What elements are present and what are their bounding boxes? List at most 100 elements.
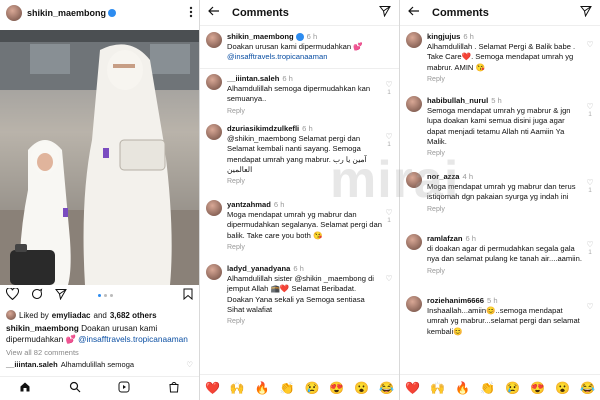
reply-button[interactable]: Reply	[427, 205, 584, 215]
reply-button[interactable]: Reply	[427, 267, 584, 277]
avatar[interactable]	[206, 74, 222, 90]
liked-by-and: and	[93, 310, 107, 320]
avatar[interactable]	[406, 32, 422, 48]
caption-user[interactable]: shikin_maembong	[6, 323, 79, 333]
heart-icon[interactable]: ♡ 1	[586, 240, 594, 256]
shop-icon[interactable]	[168, 380, 180, 398]
comments-panel: Comments kingjujus 6 h Alhamdulillah . Se…	[400, 0, 600, 400]
emoji-bar: ❤️ 🙌 🔥 👏 😢 😍 😮 😂	[400, 374, 600, 400]
comment-user[interactable]: __iiintan.saleh	[6, 360, 58, 369]
emoji-clap[interactable]: 👏	[280, 381, 295, 395]
emoji-heart-eyes[interactable]: 😍	[530, 381, 545, 395]
avatar[interactable]	[6, 5, 22, 21]
list-item: __iiintan.saleh 6 h Alhamdulillah semoga …	[200, 74, 399, 117]
liked-by: Liked by emyliadac and 3,682 others	[6, 310, 157, 320]
emoji-cry[interactable]: 😢	[304, 381, 319, 395]
emoji-heart[interactable]: ❤️	[205, 381, 220, 395]
reply-button[interactable]: Reply	[427, 75, 584, 85]
back-arrow-icon[interactable]	[408, 4, 420, 22]
comment-user[interactable]: kingjujus	[427, 32, 460, 41]
emoji-raised-hands[interactable]: 🙌	[230, 381, 245, 395]
heart-icon[interactable]: ♡ 1	[385, 132, 393, 148]
reply-button[interactable]: Reply	[427, 149, 584, 159]
post-actions	[5, 287, 193, 305]
search-icon[interactable]	[69, 380, 81, 398]
reels-icon[interactable]	[118, 380, 130, 398]
emoji-laugh[interactable]: 😂	[379, 381, 394, 395]
send-icon[interactable]	[378, 4, 391, 22]
share-icon[interactable]	[54, 287, 67, 305]
emoji-laugh[interactable]: 😂	[580, 381, 595, 395]
liked-by-prefix: Liked by	[19, 310, 49, 320]
liked-by-user[interactable]: emyliadac	[52, 311, 91, 320]
heart-icon[interactable]: ♡ 1	[586, 102, 594, 118]
comment-time: 5 h	[486, 296, 498, 305]
comments-title: Comments	[232, 6, 289, 19]
emoji-heart[interactable]: ❤️	[405, 381, 420, 395]
comment-user[interactable]: habibullah_nurul	[427, 96, 488, 105]
view-all-comments[interactable]: View all 82 comments	[6, 348, 79, 357]
comment-user[interactable]: dzuriasikimdzulkefli	[227, 124, 299, 133]
heart-icon[interactable]: ♡ 1	[586, 178, 594, 194]
post-photo[interactable]	[0, 30, 199, 285]
comment-user[interactable]: ladyd_yanadyana	[227, 264, 290, 273]
avatar[interactable]	[206, 32, 222, 48]
back-arrow-icon[interactable]	[208, 4, 220, 22]
bookmark-icon[interactable]	[183, 287, 193, 305]
reply-button[interactable]: Reply	[227, 177, 383, 187]
comment-user[interactable]: __iiintan.saleh	[227, 74, 279, 83]
heart-icon[interactable]: ♡	[385, 274, 393, 283]
emoji-wow[interactable]: 😮	[354, 381, 369, 395]
comment-user[interactable]: ramlafzan	[427, 234, 462, 243]
comment-text: di doakan agar di permudahkan segala gal…	[427, 244, 582, 264]
emoji-cry[interactable]: 😢	[505, 381, 520, 395]
comments-panel: Comments shikin_maembong 6 h Doakan urusa…	[200, 0, 399, 400]
more-vertical-icon[interactable]	[189, 6, 193, 21]
emoji-fire[interactable]: 🔥	[255, 381, 270, 395]
comment-time: 6 h	[302, 124, 313, 133]
avatar[interactable]	[406, 172, 422, 188]
avatar[interactable]	[406, 296, 422, 312]
heart-icon[interactable]	[5, 287, 20, 305]
emoji-heart-eyes[interactable]: 😍	[329, 381, 344, 395]
avatar[interactable]	[406, 234, 422, 250]
reply-button[interactable]: Reply	[227, 243, 383, 253]
avatar	[6, 310, 16, 320]
comment-text: Moga mendapat umrah yg mabrur dan diperm…	[227, 210, 382, 240]
heart-icon[interactable]: ♡	[186, 360, 193, 369]
caption-link[interactable]: @insafftravels.tropicanaaman	[78, 334, 188, 344]
avatar[interactable]	[206, 200, 222, 216]
comment-time: 6 h	[465, 234, 477, 243]
verified-icon	[108, 9, 117, 17]
heart-icon[interactable]: ♡ 1	[385, 80, 393, 96]
avatar[interactable]	[206, 264, 222, 280]
avatar[interactable]	[406, 96, 422, 112]
comment-user[interactable]: nor_azza	[427, 172, 460, 181]
emoji-fire[interactable]: 🔥	[455, 381, 470, 395]
post-caption: shikin_maembong Doakan urusan kami diper…	[6, 323, 193, 345]
home-icon[interactable]	[19, 380, 31, 398]
comment-link[interactable]: @insafftravels.tropicanaaman	[227, 52, 383, 62]
reply-button[interactable]: Reply	[227, 107, 383, 117]
comment-text: Inshaallah...amiin😊..semoga mendapat umr…	[427, 306, 580, 336]
list-item: kingjujus 6 h Alhamdulillah . Selamat Per…	[400, 32, 600, 85]
like-count: 1	[387, 89, 391, 96]
comment-user[interactable]: shikin_maembong	[227, 32, 294, 41]
avatar[interactable]	[206, 124, 222, 140]
liked-by-count[interactable]: 3,682 others	[110, 311, 157, 320]
comment-icon[interactable]	[31, 287, 43, 305]
emoji-clap[interactable]: 👏	[480, 381, 495, 395]
send-icon[interactable]	[579, 4, 592, 22]
like-count: 1	[588, 111, 592, 118]
comment-user[interactable]: roziehanim6666	[427, 296, 484, 305]
post-username[interactable]: shikin_maembong	[27, 8, 106, 18]
heart-icon[interactable]: ♡ 1	[385, 208, 393, 224]
verified-icon	[295, 33, 304, 41]
comment-user[interactable]: yantzahmad	[227, 200, 271, 209]
emoji-wow[interactable]: 😮	[555, 381, 570, 395]
emoji-raised-hands[interactable]: 🙌	[430, 381, 445, 395]
comment-text: Doakan urusan kami dipermudahkan 💕	[227, 42, 363, 52]
heart-icon[interactable]: ♡	[586, 302, 594, 311]
heart-icon[interactable]: ♡	[586, 40, 594, 49]
reply-button[interactable]: Reply	[227, 317, 383, 327]
